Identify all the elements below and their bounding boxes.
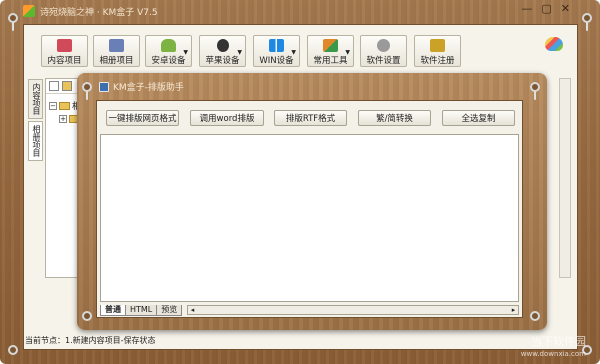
watermark: 当下软件园 www.downxia.com: [520, 335, 586, 359]
close-button[interactable]: ✕: [561, 3, 570, 15]
ring-icon: [82, 311, 92, 321]
side-tab-album[interactable]: 相册项目: [28, 121, 43, 161]
select-all-copy-button[interactable]: 全选复制: [442, 110, 515, 126]
dialog-title: KM盒子-排版助手: [99, 80, 184, 93]
content-project-button[interactable]: 内容项目: [41, 35, 88, 67]
status-bar: 当前节点：1.新建内容项目-保存状态: [25, 336, 156, 345]
side-tabs: 内容项目 相册项目: [28, 79, 43, 163]
tab-preview[interactable]: 预览: [156, 305, 183, 316]
trad-simp-convert-button[interactable]: 繁/简转换: [358, 110, 431, 126]
chevron-down-icon: ▼: [345, 49, 350, 56]
editor-textarea[interactable]: [100, 134, 519, 302]
common-tools-button[interactable]: 常用工具 ▼: [307, 35, 354, 67]
windows-icon: [269, 39, 284, 52]
app-icon: [99, 81, 109, 92]
app-logo-icon: [23, 5, 35, 17]
album-project-icon: [109, 39, 124, 52]
rtf-format-button[interactable]: 排版RTF格式: [274, 110, 347, 126]
ring-hook-icon: [8, 13, 18, 31]
apple-device-button[interactable]: 苹果设备 ▼: [199, 35, 246, 67]
restore-button[interactable]: ▢: [541, 3, 551, 15]
dialog-panel: 一键排版网页格式 调用word排版 排版RTF格式 繁/简转换 全选复制 普通 …: [96, 100, 523, 318]
ring-hook-icon: [82, 82, 92, 100]
open-folder-icon[interactable]: [62, 81, 72, 91]
ring-icon: [8, 345, 18, 355]
chevron-down-icon: ▼: [237, 49, 242, 56]
android-device-button[interactable]: 安卓设备 ▼: [145, 35, 192, 67]
tools-icon: [323, 39, 338, 52]
minimize-button[interactable]: —: [521, 3, 532, 15]
ring-hook-icon: [530, 82, 540, 100]
typesetting-dialog: KM盒子-排版助手 一键排版网页格式 调用word排版 排版RTF格式 繁/简转…: [77, 73, 547, 330]
software-settings-button[interactable]: 软件设置: [360, 35, 407, 67]
chevron-down-icon: ▼: [291, 49, 296, 56]
android-icon: [161, 39, 176, 52]
vertical-scrollbar[interactable]: [559, 78, 571, 278]
ring-hook-icon: [582, 13, 592, 31]
apple-icon: [216, 39, 229, 52]
new-file-icon[interactable]: [49, 81, 59, 91]
ring-icon: [530, 311, 540, 321]
window-title: 诗宛烧脑之神 · KM盒子 V7.5: [40, 8, 158, 18]
word-typeset-button[interactable]: 调用word排版: [190, 110, 264, 126]
editor-tabs: 普通 HTML 预览: [100, 304, 183, 316]
expand-icon[interactable]: +: [59, 114, 67, 123]
scroll-left-icon[interactable]: ◂: [188, 306, 197, 314]
scroll-right-icon[interactable]: ▸: [509, 306, 518, 314]
software-register-button[interactable]: 软件注册: [414, 35, 461, 67]
collapse-icon[interactable]: −: [49, 101, 57, 110]
webpage-format-button[interactable]: 一键排版网页格式: [106, 110, 179, 126]
content-project-icon: [57, 39, 72, 52]
gear-icon: [377, 39, 390, 52]
tab-normal[interactable]: 普通: [100, 305, 126, 316]
horizontal-scrollbar[interactable]: ◂ ▸: [187, 305, 519, 315]
side-tab-content[interactable]: 内容项目: [28, 79, 43, 119]
chevron-down-icon: ▼: [183, 49, 188, 56]
tab-html[interactable]: HTML: [125, 305, 158, 316]
skin-palette-icon[interactable]: [545, 37, 563, 51]
register-icon: [430, 39, 445, 52]
window-controls: — ▢ ✕: [521, 3, 570, 15]
win-device-button[interactable]: WIN设备 ▼: [253, 35, 300, 67]
album-project-button[interactable]: 相册项目: [93, 35, 140, 67]
folder-icon: [59, 101, 70, 110]
